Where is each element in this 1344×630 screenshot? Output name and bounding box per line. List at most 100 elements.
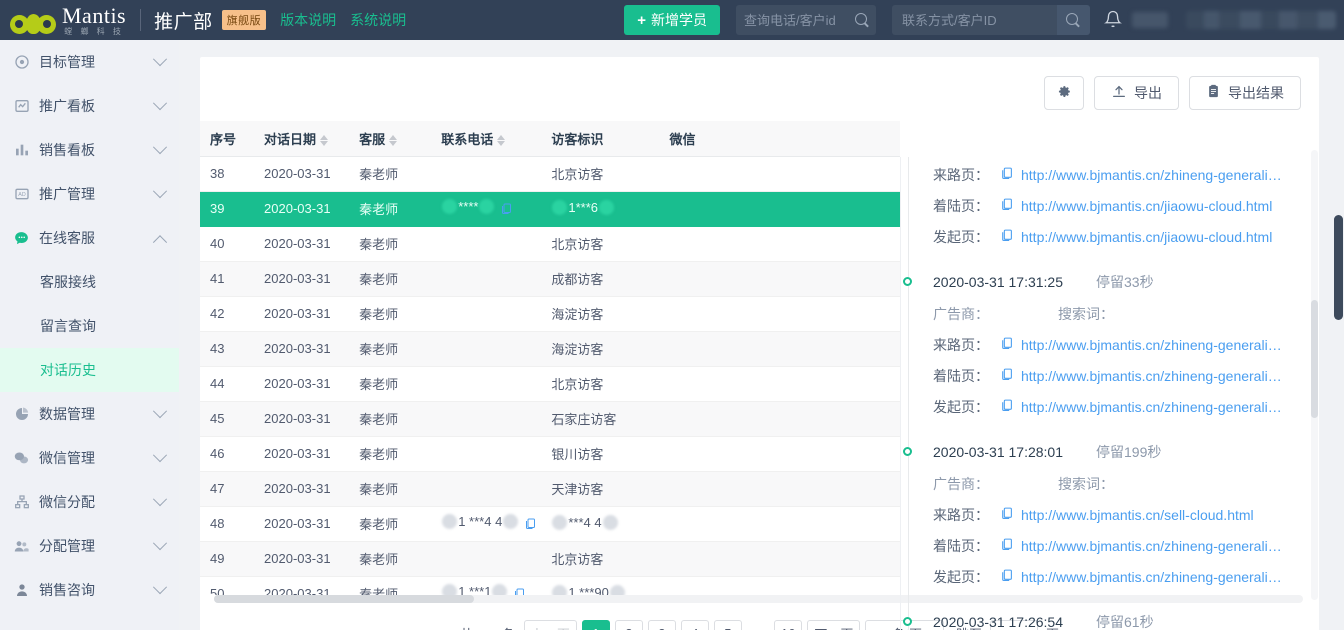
sidebar-item-data-management[interactable]: 数据管理: [0, 392, 179, 436]
pagination-page-3[interactable]: 3: [647, 620, 676, 630]
user-avatar-blurred[interactable]: [1132, 12, 1168, 28]
copy-icon[interactable]: [513, 588, 525, 595]
copy-icon[interactable]: [524, 518, 536, 533]
export-result-button[interactable]: 导出结果: [1189, 76, 1301, 110]
origin-link[interactable]: http://www.bjmantis.cn/jiaowu-cloud.html: [1021, 229, 1272, 245]
visit-detail-panel[interactable]: 广告商： 搜索词： 来路页： http://www.bjmantis.cn/zhine…: [900, 157, 1285, 630]
search-icon[interactable]: [854, 12, 868, 28]
export-button[interactable]: 导出: [1094, 76, 1179, 110]
table-row[interactable]: 412020-03-31秦老师 成都访客http://www.bjma: [200, 261, 900, 297]
cell-wechat-link[interactable]: http:/: [659, 576, 900, 595]
copy-icon[interactable]: [1000, 506, 1013, 523]
cell-wechat-link[interactable]: http:/: [659, 401, 900, 437]
user-account-info-blurred[interactable]: [1186, 11, 1336, 29]
cell-phone[interactable]: [431, 226, 542, 262]
sidebar-item-online-service[interactable]: 在线客服: [0, 216, 179, 260]
table-row[interactable]: 442020-03-31秦老师 北京访客http://www.bjma: [200, 366, 900, 402]
chat-history-table-container[interactable]: 序号 对话日期 客服 联系电话 访客标识 微信 38 2020-03-31 秦老…: [200, 121, 900, 595]
landing-link[interactable]: http://www.bjmantis.cn/zhineng-generaliz…: [1021, 368, 1285, 384]
table-row[interactable]: 502020-03-31秦老师 1 ***1 1 ***90 http:/: [200, 576, 900, 595]
cell-phone[interactable]: [431, 366, 542, 402]
notification-bell-icon[interactable]: [1104, 10, 1122, 31]
search-phone-customerid-box[interactable]: [736, 5, 876, 35]
search-phone-input[interactable]: [744, 12, 855, 28]
sidebar-subitem-message-query[interactable]: 留言查询: [0, 304, 179, 348]
copy-icon[interactable]: [1000, 568, 1013, 585]
cell-phone[interactable]: [431, 401, 542, 437]
sidebar-item-sales-dashboard[interactable]: 销售看板: [0, 128, 179, 172]
copy-icon[interactable]: [500, 203, 512, 218]
sort-icon[interactable]: [320, 134, 329, 146]
detail-panel-scrollbar[interactable]: [1311, 150, 1318, 600]
copy-icon[interactable]: [1000, 228, 1013, 245]
scrollbar-thumb[interactable]: [1311, 300, 1318, 418]
cell-wechat-link[interactable]: http:/: [659, 191, 900, 227]
scrollbar-thumb[interactable]: [1334, 215, 1343, 320]
search-contact-customerid-box[interactable]: [892, 5, 1090, 35]
version-notes-link[interactable]: 版本说明: [280, 10, 336, 30]
cell-wechat-link[interactable]: http:/: [659, 226, 900, 262]
referrer-link[interactable]: http://www.bjmantis.cn/zhineng-generaliz…: [1021, 337, 1285, 353]
table-row[interactable]: 462020-03-31秦老师 银川访客http://www.bjma: [200, 436, 900, 472]
page-scrollbar[interactable]: [1330, 40, 1344, 630]
add-student-button[interactable]: + 新增学员: [624, 5, 720, 35]
sidebar-subitem-chat-history[interactable]: 对话历史: [0, 348, 179, 392]
table-row[interactable]: 422020-03-31秦老师 海淀访客http://: [200, 296, 900, 332]
cell-phone[interactable]: [431, 296, 542, 332]
scrollbar-thumb[interactable]: [214, 595, 474, 603]
referrer-link[interactable]: http://www.bjmantis.cn/sell-cloud.html: [1021, 507, 1254, 523]
column-header-agent[interactable]: 客服: [349, 121, 432, 157]
timeline-node[interactable]: 2020-03-31 17:31:25 停留33秒 广告商： 搜索词： 来路页： http…: [903, 266, 1285, 436]
table-row[interactable]: 492020-03-31秦老师 北京访客http://www.bjma: [200, 541, 900, 577]
cell-wechat-link[interactable]: http://www.bjma: [659, 541, 900, 577]
sidebar-item-wechat-management[interactable]: 微信管理: [0, 436, 179, 480]
cell-wechat-link[interactable]: http://www.bjma: [659, 436, 900, 472]
cell-wechat-link[interactable]: http:/: [659, 471, 900, 507]
cell-wechat-link[interactable]: http://: [659, 331, 900, 367]
sort-icon[interactable]: [497, 134, 506, 146]
cell-phone[interactable]: [431, 471, 542, 507]
search-contact-input[interactable]: [900, 12, 1066, 28]
cell-phone[interactable]: [431, 156, 542, 192]
column-header-chat-date[interactable]: 对话日期: [254, 121, 350, 157]
cell-wechat-link[interactable]: http://www.bjma: [659, 366, 900, 402]
column-header-phone[interactable]: 联系电话: [431, 121, 542, 157]
sidebar-item-wechat-assignment[interactable]: 微信分配: [0, 480, 179, 524]
cell-wechat-link[interactable]: http://: [659, 296, 900, 332]
table-row[interactable]: 432020-03-31秦老师 海淀访客http://: [200, 331, 900, 367]
table-row[interactable]: 482020-03-31秦老师 1 ***4 4 ***4 4 http://www.…: [200, 506, 900, 542]
brand-logo[interactable]: Mantis 螳 螂 科 技: [10, 4, 126, 36]
landing-link[interactable]: http://www.bjmantis.cn/zhineng-generaliz…: [1021, 538, 1285, 554]
copy-icon[interactable]: [1000, 166, 1013, 183]
origin-link[interactable]: http://www.bjmantis.cn/zhineng-generaliz…: [1021, 399, 1285, 415]
sidebar-subitem-service-line[interactable]: 客服接线: [0, 260, 179, 304]
timeline-node[interactable]: 2020-03-31 17:26:54 停留61秒: [903, 606, 1285, 630]
pagination-prev-button[interactable]: 上一页: [523, 620, 577, 630]
copy-icon[interactable]: [1000, 398, 1013, 415]
referrer-link[interactable]: http://www.bjmantis.cn/zhineng-generaliz…: [1021, 167, 1285, 183]
pagination-last-page[interactable]: 16: [773, 620, 803, 630]
copy-icon[interactable]: [1000, 336, 1013, 353]
sort-icon[interactable]: [389, 134, 398, 146]
sidebar-item-target-management[interactable]: 目标管理: [0, 40, 179, 84]
cell-phone[interactable]: 1 ***1: [431, 576, 542, 595]
cell-phone[interactable]: [431, 261, 542, 297]
copy-icon[interactable]: [1000, 367, 1013, 384]
sidebar-item-promotion-management[interactable]: AD 推广管理: [0, 172, 179, 216]
copy-icon[interactable]: [1000, 197, 1013, 214]
cell-phone[interactable]: ****: [431, 191, 542, 227]
cell-phone[interactable]: 1 ***4 4: [431, 506, 542, 542]
cell-wechat-link[interactable]: http://: [659, 156, 900, 192]
pagination-page-5[interactable]: 5: [713, 620, 742, 630]
cell-phone[interactable]: [431, 436, 542, 472]
cell-wechat-link[interactable]: http://www.bjma: [659, 261, 900, 297]
pagination-next-button[interactable]: 下一页: [807, 620, 861, 630]
search-submit-button[interactable]: [1057, 5, 1090, 35]
timeline-node[interactable]: 2020-03-31 17:28:01 停留199秒 广告商： 搜索词： 来路页： htt…: [903, 436, 1285, 606]
table-row[interactable]: 402020-03-31秦老师 北京访客http:/: [200, 226, 900, 262]
table-settings-button[interactable]: [1044, 76, 1084, 110]
cell-phone[interactable]: [431, 331, 542, 367]
cell-wechat-link[interactable]: http://www.bjm: [659, 506, 900, 542]
table-row[interactable]: 472020-03-31秦老师 天津访客http:/: [200, 471, 900, 507]
pagination-page-2[interactable]: 2: [614, 620, 643, 630]
